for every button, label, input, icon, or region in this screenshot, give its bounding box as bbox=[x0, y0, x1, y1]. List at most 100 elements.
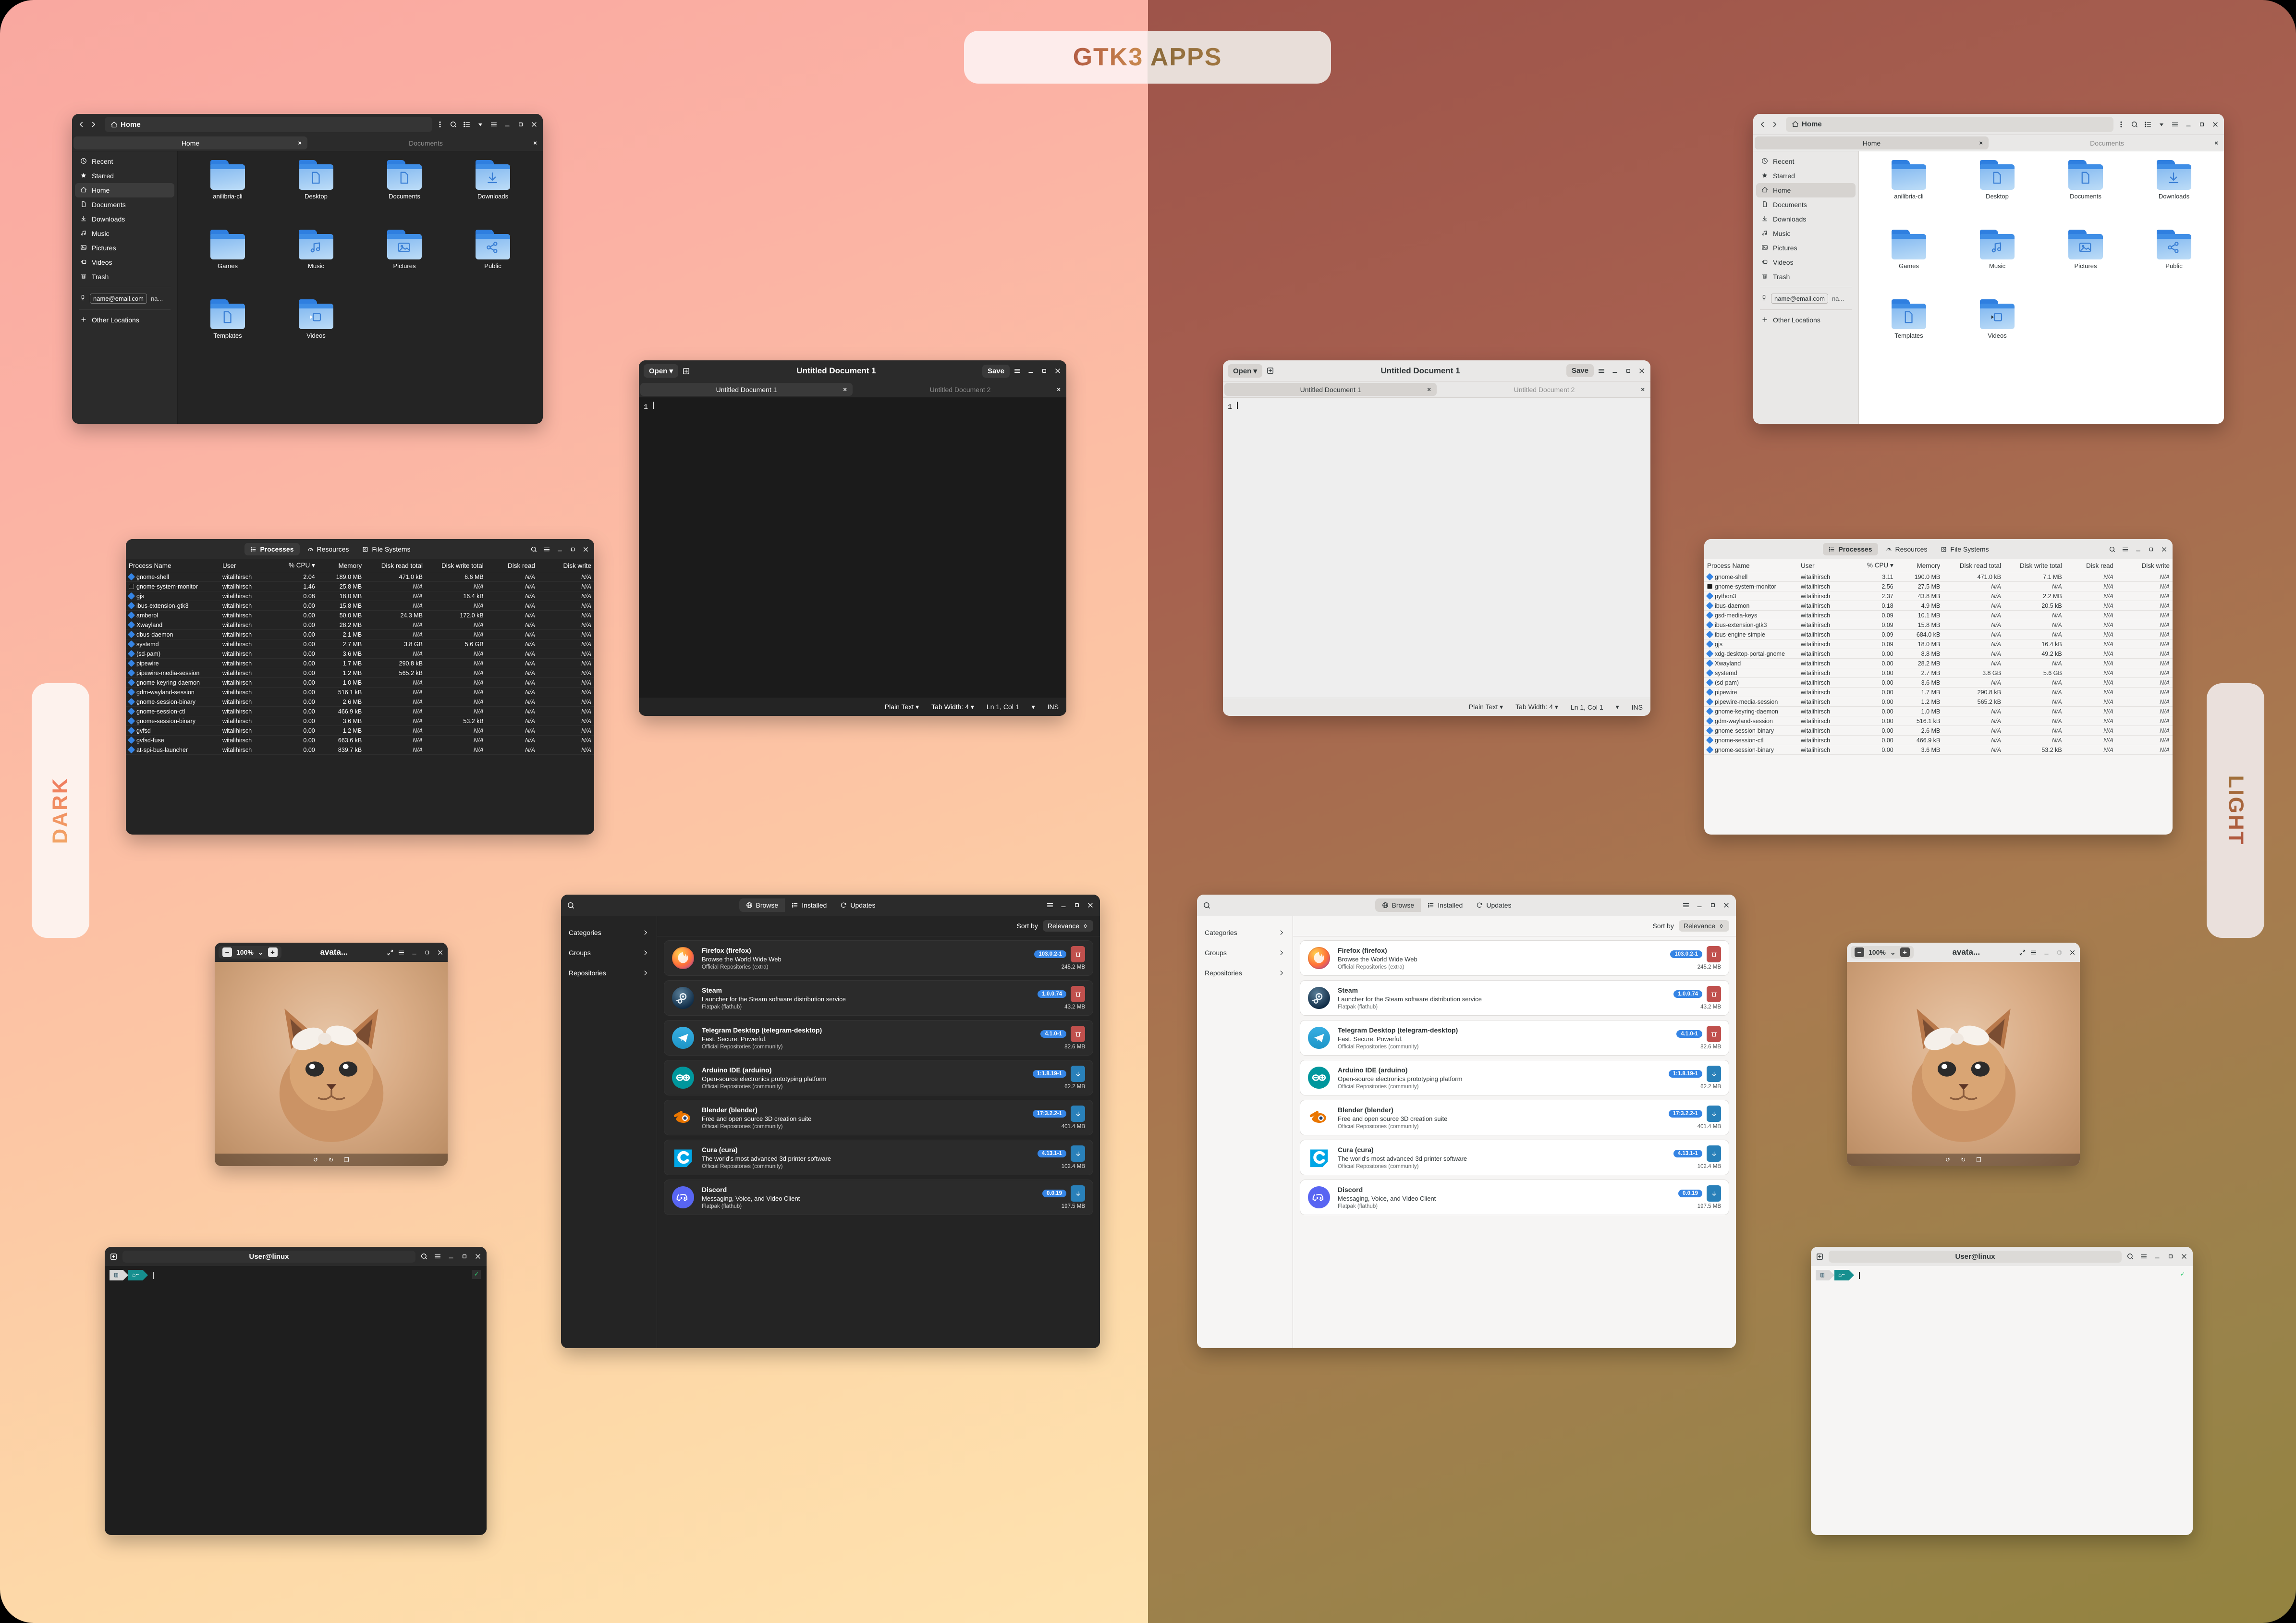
fullscreen-button[interactable] bbox=[2019, 949, 2026, 956]
folder-item[interactable]: anilibria-cli bbox=[1865, 160, 1953, 230]
app-card[interactable]: Telegram Desktop (telegram-desktop) Fast.… bbox=[1300, 1020, 1729, 1056]
sidebar-item-repositories[interactable]: Repositories bbox=[561, 963, 657, 983]
sidebar-item-trash[interactable]: Trash bbox=[75, 270, 174, 284]
close-button[interactable] bbox=[2069, 949, 2076, 956]
column-header-disk-read-total[interactable]: Disk read total bbox=[1943, 559, 2004, 572]
search-button[interactable] bbox=[2109, 546, 2116, 553]
folder-item[interactable]: Videos bbox=[272, 299, 360, 369]
sidebar-account-row[interactable]: name@email.com na... bbox=[1756, 290, 1856, 307]
folder-item[interactable]: Videos bbox=[1953, 299, 2041, 369]
main-menu-button[interactable] bbox=[1682, 901, 1690, 909]
minimize-button[interactable] bbox=[1696, 901, 1703, 909]
software-tab-updates[interactable]: Updates bbox=[833, 898, 882, 912]
folder-item[interactable]: Pictures bbox=[360, 230, 449, 299]
table-row[interactable]: gvfsd-fuse witalihirsch 0.00 663.6 kB N/A N/A… bbox=[126, 736, 594, 745]
search-button[interactable] bbox=[2131, 121, 2138, 128]
sidebar-item-documents[interactable]: Documents bbox=[75, 197, 174, 212]
sort-dropdown[interactable]: Relevance bbox=[1678, 920, 1729, 932]
minimize-button[interactable] bbox=[2185, 121, 2192, 128]
text-editor-tab-1[interactable]: Untitled Document 2 × bbox=[854, 381, 1066, 397]
sidebar-item-downloads[interactable]: Downloads bbox=[75, 212, 174, 226]
column-header-user[interactable]: User bbox=[220, 559, 285, 572]
app-card[interactable]: Cura (cura) The world's most advanced 3d … bbox=[664, 1140, 1093, 1175]
sidebar-item-recent[interactable]: Recent bbox=[1756, 154, 1856, 169]
syntax-selector[interactable]: Plain Text ▾ bbox=[1469, 703, 1503, 711]
table-row[interactable]: pipewire-media-session witalihirsch 0.00 1.… bbox=[126, 668, 594, 678]
sort-dropdown[interactable]: Relevance bbox=[1042, 920, 1093, 932]
column-header---cpu[interactable]: % CPU ▾ bbox=[1863, 559, 1896, 572]
remove-app-button[interactable] bbox=[1071, 1026, 1085, 1042]
terminal-body[interactable]: ⌂ ~ ✓ bbox=[1811, 1266, 2193, 1535]
close-button[interactable] bbox=[2180, 1253, 2188, 1260]
close-button[interactable] bbox=[582, 546, 589, 553]
new-terminal-tab-button[interactable] bbox=[1816, 1253, 1824, 1261]
sidebar-item-home[interactable]: Home bbox=[1756, 183, 1856, 197]
column-header-disk-read[interactable]: Disk read bbox=[2064, 559, 2116, 572]
table-row[interactable]: Xwayland witalihirsch 0.00 28.2 MB N/A N/A N/A… bbox=[1704, 659, 2173, 668]
minimize-button[interactable] bbox=[447, 1253, 455, 1260]
table-row[interactable]: systemd witalihirsch 0.00 2.7 MB 3.8 GB 5.6 G… bbox=[126, 639, 594, 649]
main-menu-button[interactable] bbox=[490, 121, 498, 128]
folder-item[interactable]: Music bbox=[1953, 230, 2041, 299]
sidebar-item-documents[interactable]: Documents bbox=[1756, 197, 1856, 212]
column-header-disk-write[interactable]: Disk write bbox=[538, 559, 594, 572]
tab-close-icon[interactable]: × bbox=[1057, 386, 1061, 393]
software-tab-installed[interactable]: Installed bbox=[785, 898, 833, 912]
remove-app-button[interactable] bbox=[1707, 986, 1721, 1002]
table-row[interactable]: gnome-session-binary witalihirsch 0.00 2.6 … bbox=[126, 697, 594, 707]
main-menu-button[interactable] bbox=[398, 949, 405, 956]
remove-app-button[interactable] bbox=[1071, 986, 1085, 1002]
chevron-down-icon[interactable]: ⌄ bbox=[258, 948, 264, 957]
software-tab-installed[interactable]: Installed bbox=[1421, 898, 1469, 912]
maximize-button[interactable] bbox=[2198, 121, 2206, 128]
app-card[interactable]: Discord Messaging, Voice, and Video Clien… bbox=[1300, 1180, 1729, 1215]
app-card[interactable]: Arduino IDE (arduino) Open-source electro… bbox=[1300, 1060, 1729, 1095]
table-row[interactable]: gsd-media-keys witalihirsch 0.09 10.1 MB N/A… bbox=[1704, 611, 2173, 620]
app-card[interactable]: Steam Launcher for the Steam software dis… bbox=[1300, 980, 1729, 1016]
close-button[interactable] bbox=[437, 949, 444, 956]
install-app-button[interactable] bbox=[1707, 1106, 1721, 1122]
column-header-disk-write-total[interactable]: Disk write total bbox=[426, 559, 487, 572]
maximize-button[interactable] bbox=[2148, 546, 2155, 553]
table-row[interactable]: xdg-desktop-portal-gnome witalihirsch 0.00… bbox=[1704, 649, 2173, 659]
minimize-button[interactable] bbox=[1060, 901, 1067, 909]
back-button[interactable] bbox=[77, 120, 85, 129]
system-monitor-tab-processes[interactable]: Processes bbox=[244, 543, 300, 555]
app-card[interactable]: Telegram Desktop (telegram-desktop) Fast.… bbox=[664, 1020, 1093, 1056]
table-row[interactable]: systemd witalihirsch 0.00 2.7 MB 3.8 GB 5.6 G… bbox=[1704, 668, 2173, 678]
table-row[interactable]: gnome-system-monitor witalihirsch 1.46 25.8… bbox=[126, 582, 594, 591]
table-row[interactable]: gnome-session-ctl witalihirsch 0.00 466.9 k… bbox=[126, 707, 594, 716]
main-menu-button[interactable] bbox=[543, 546, 550, 553]
terminal-body[interactable]: ⌂ ~ ✓ bbox=[105, 1266, 487, 1535]
tab-width-selector[interactable]: Tab Width: 4 ▾ bbox=[1515, 703, 1558, 711]
install-app-button[interactable] bbox=[1071, 1066, 1085, 1082]
maximize-button[interactable] bbox=[1709, 901, 1717, 909]
zoom-in-button[interactable]: + bbox=[268, 947, 278, 957]
app-card[interactable]: Firefox (firefox) Browse the World Wide W… bbox=[1300, 940, 1729, 976]
new-tab-button[interactable] bbox=[682, 367, 690, 375]
main-menu-button[interactable] bbox=[2140, 1253, 2148, 1260]
text-editor-tab-0[interactable]: Untitled Document 1 × bbox=[1224, 383, 1437, 396]
save-button[interactable]: Save bbox=[1566, 364, 1594, 377]
table-row[interactable]: amberol witalihirsch 0.00 50.0 MB 24.3 MB 172… bbox=[126, 611, 594, 620]
forward-button[interactable] bbox=[89, 120, 98, 129]
close-button[interactable] bbox=[530, 121, 538, 128]
viewer-tool-2[interactable]: ❐ bbox=[1976, 1156, 1981, 1163]
back-button[interactable] bbox=[1758, 120, 1767, 129]
table-row[interactable]: gnome-keyring-daemon witalihirsch 0.00 1.0 … bbox=[126, 678, 594, 688]
table-row[interactable]: pipewire witalihirsch 0.00 1.7 MB 290.8 kB N/… bbox=[126, 659, 594, 668]
main-menu-button[interactable] bbox=[1014, 367, 1021, 375]
column-header---cpu[interactable]: % CPU ▾ bbox=[285, 559, 318, 572]
forward-button[interactable] bbox=[1771, 120, 1779, 129]
sidebar-item-music[interactable]: Music bbox=[1756, 226, 1856, 241]
sidebar-item-videos[interactable]: Videos bbox=[1756, 255, 1856, 270]
maximize-button[interactable] bbox=[1624, 367, 1632, 375]
tab-close-icon[interactable]: × bbox=[843, 386, 847, 393]
software-tab-browse[interactable]: Browse bbox=[739, 898, 785, 912]
main-menu-button[interactable] bbox=[1598, 367, 1605, 375]
column-header-process-name[interactable]: Process Name bbox=[126, 559, 220, 572]
folder-item[interactable]: Public bbox=[449, 230, 537, 299]
file-manager-tab-0[interactable]: Home × bbox=[1755, 136, 1989, 149]
table-row[interactable]: pipewire witalihirsch 0.00 1.7 MB 290.8 kB N/… bbox=[1704, 688, 2173, 697]
minimize-button[interactable] bbox=[2135, 546, 2142, 553]
